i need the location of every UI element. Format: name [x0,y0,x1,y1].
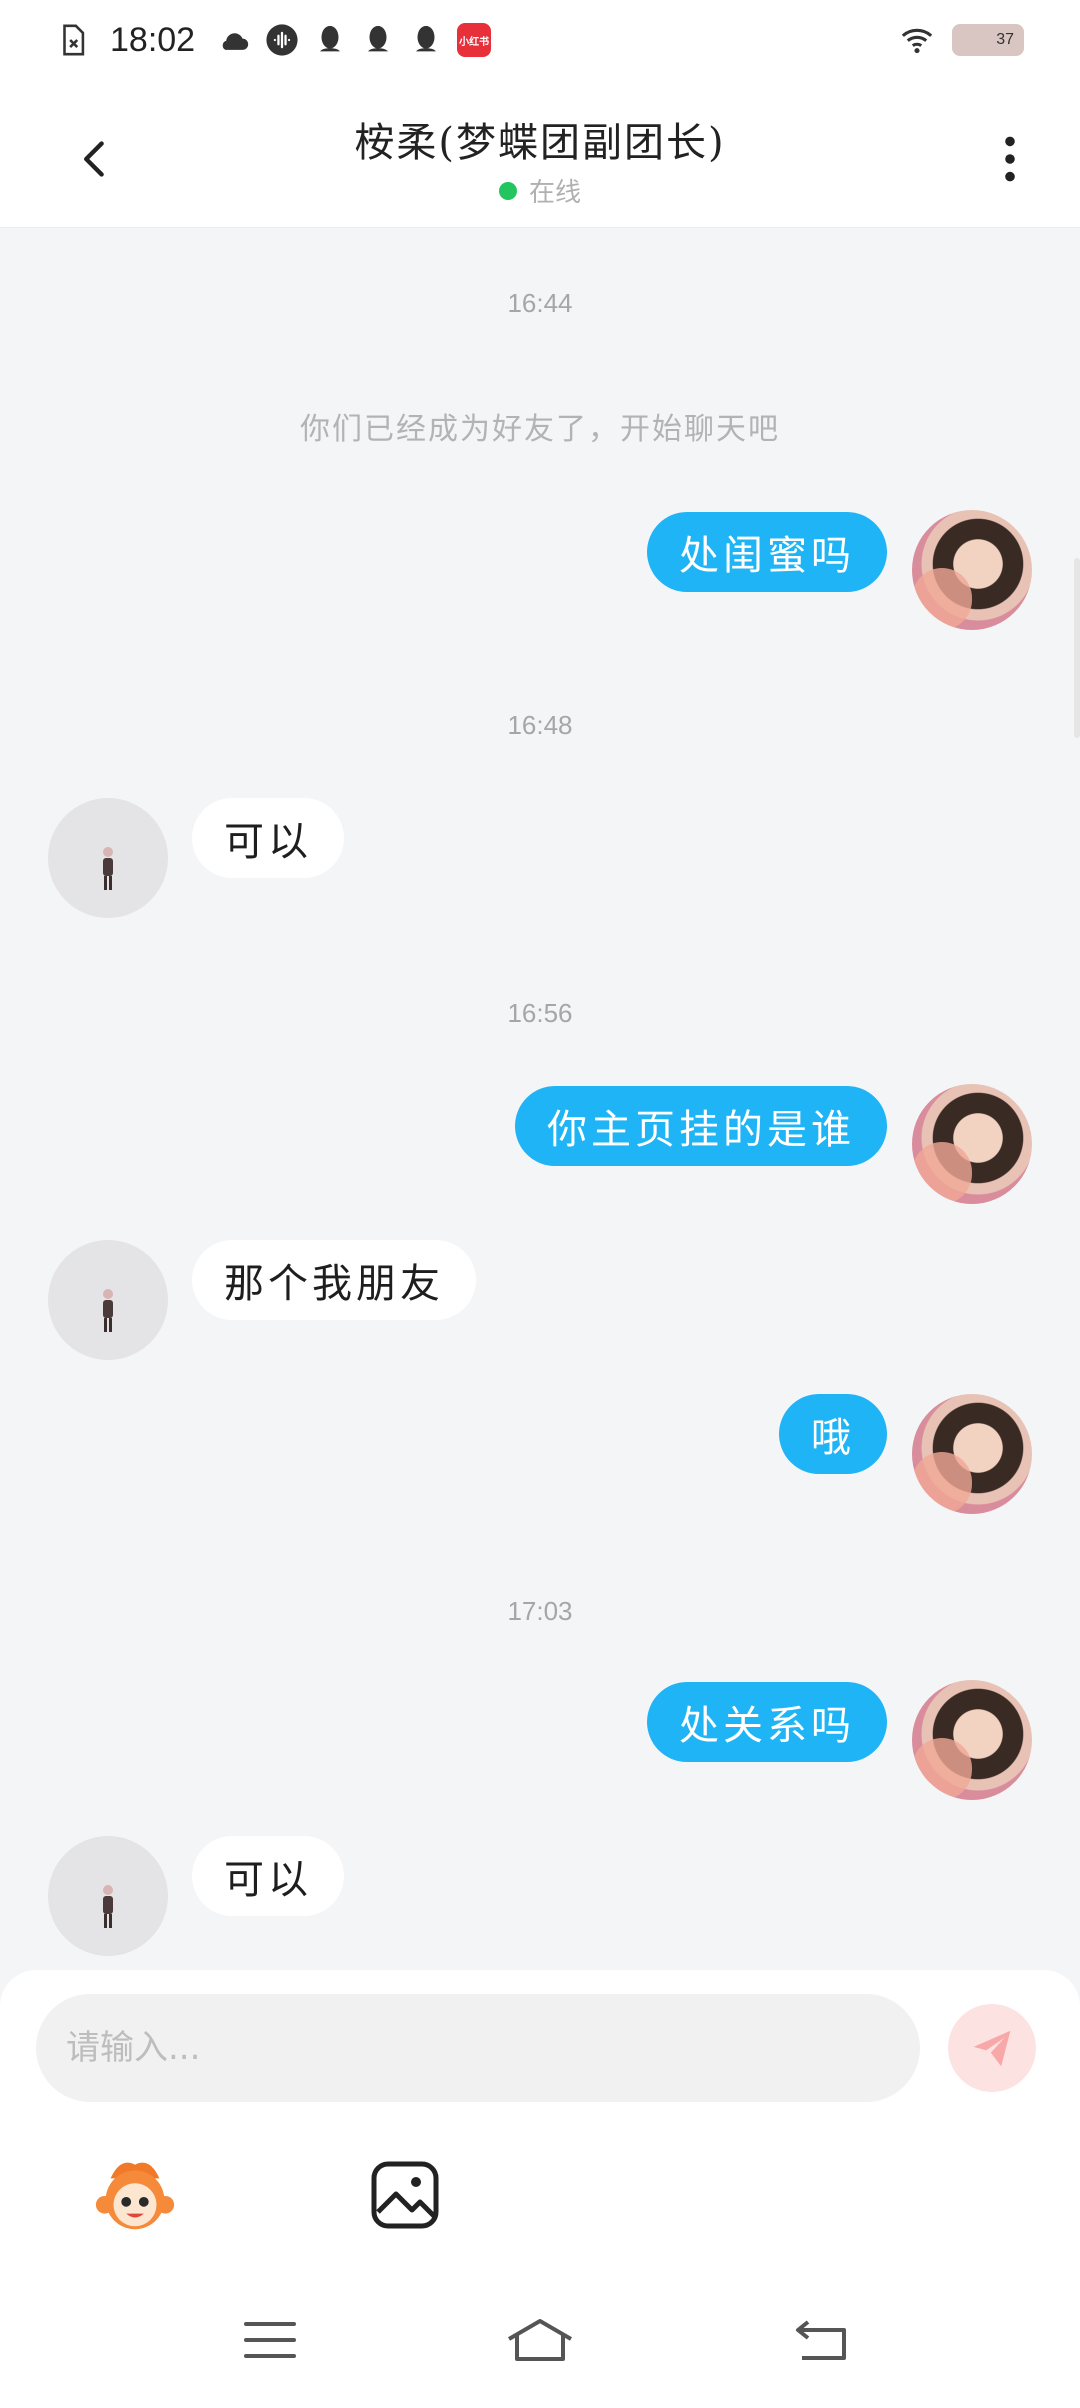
nav-home-button[interactable] [500,2310,580,2370]
message-bubble-other[interactable]: 可以 [192,1836,344,1916]
message-input[interactable] [36,1994,920,2102]
qq-icon [361,23,395,57]
message-bubble-self[interactable]: 处关系吗 [647,1682,887,1762]
home-icon [507,2319,573,2361]
mascot-emoji-icon [95,2162,175,2230]
avatar-figure-icon [103,847,113,890]
wifi-icon [900,23,934,57]
timestamp: 16:56 [507,998,573,1028]
xiaohongshu-icon: 小红书 [457,23,492,57]
self-avatar[interactable] [912,1084,1032,1204]
self-avatar[interactable] [912,1394,1032,1514]
online-status-label: 在线 [528,178,581,208]
paper-plane-icon [973,2030,1011,2067]
status-time: 18:02 [110,20,196,59]
contact-name: 桉柔(梦蝶团副团长) [354,120,726,166]
timestamp: 16:48 [507,710,573,740]
scrollbar[interactable] [1074,558,1080,738]
contact-avatar[interactable] [48,798,168,918]
return-icon [796,2320,846,2360]
cloud-icon [217,23,251,57]
chat-message-list[interactable]: 16:44 你们已经成为好友了，开始聊天吧 处闺蜜吗 16:48 可以 16:5… [0,228,1080,1970]
message-bubble-self[interactable]: 你主页挂的是谁 [515,1086,887,1166]
chevron-left-icon [84,141,104,177]
qq-icon [409,23,443,57]
file-x-icon [56,23,90,57]
message-bubble-other[interactable]: 那个我朋友 [192,1240,476,1320]
send-button[interactable] [948,2004,1036,2092]
status-right: 37 [900,23,1024,57]
avatar-figure-icon [103,1885,113,1928]
menu-icon [244,2322,296,2358]
self-avatar[interactable] [912,510,1032,630]
message-bubble-other[interactable]: 可以 [192,798,344,878]
status-left: 18:02 小红书 [56,20,492,60]
image-icon [371,2161,439,2229]
title-wrap: 桉柔(梦蝶团副团长) 在线 [200,110,880,209]
composer-panel [0,1970,1080,2408]
online-dot-icon [498,181,517,200]
timestamp: 16:44 [507,288,573,318]
nav-menu-button[interactable] [230,2310,310,2370]
system-message: 你们已经成为好友了，开始聊天吧 [300,412,780,447]
online-status: 在线 [200,172,880,209]
message-bubble-self[interactable]: 哦 [779,1394,887,1474]
more-vertical-icon [1005,136,1015,182]
emoji-button[interactable] [90,2150,180,2240]
qq-icon [313,23,347,57]
chat-header: 桉柔(梦蝶团副团长) 在线 [0,80,1080,228]
back-button[interactable] [60,124,130,194]
battery-indicator: 37 [952,24,1024,56]
timestamp: 17:03 [507,1596,573,1626]
nav-back-button[interactable] [782,2310,862,2370]
more-options-button[interactable] [980,124,1040,194]
self-avatar[interactable] [912,1680,1032,1800]
contact-avatar[interactable] [48,1240,168,1360]
contact-avatar[interactable] [48,1836,168,1956]
voice-icon [265,23,299,57]
message-bubble-self[interactable]: 处闺蜜吗 [647,512,887,592]
avatar-figure-icon [103,1289,113,1332]
image-button[interactable] [360,2150,450,2240]
status-bar: 18:02 小红书 37 [0,0,1080,80]
